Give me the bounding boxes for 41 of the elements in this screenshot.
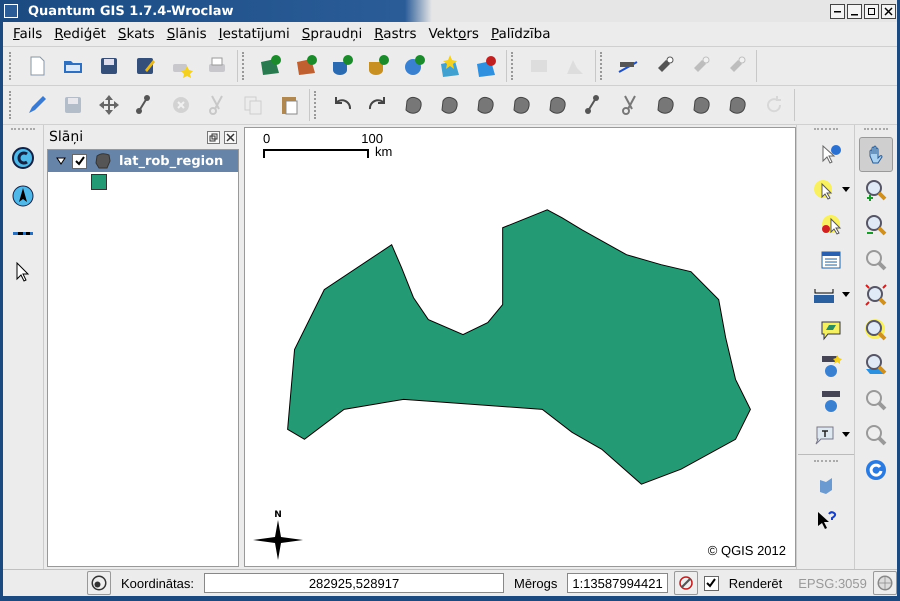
north-label: N <box>274 510 282 520</box>
maximize-icon[interactable] <box>864 4 879 18</box>
copyright-label: © QGIS 2012 <box>708 543 786 558</box>
menu-item[interactable]: Rediģēt <box>48 26 112 42</box>
float-icon[interactable] <box>207 130 220 144</box>
menu-item[interactable]: Vektors <box>422 26 485 42</box>
scale-label: 100 <box>361 131 383 146</box>
layer-row[interactable]: lat_rob_region <box>48 150 238 172</box>
menu-item[interactable]: Iestatījumi <box>212 26 296 42</box>
coordinates-label: Koordinātas: <box>120 576 195 590</box>
menu-item[interactable]: Skats <box>112 26 161 42</box>
menu-item[interactable]: Rastrs <box>368 26 422 42</box>
pan-icon[interactable] <box>859 137 893 172</box>
close-icon[interactable] <box>881 4 896 18</box>
scale-unit: km <box>375 146 392 158</box>
compass-rose-icon <box>253 520 303 560</box>
minimize-icon[interactable] <box>847 4 862 18</box>
render-label: Renderēt <box>728 576 784 590</box>
coordinates-field[interactable]: 282925,528917 <box>204 573 504 593</box>
render-checkbox[interactable] <box>704 576 719 590</box>
layer-name: lat_rob_region <box>119 154 224 168</box>
panel-title: Slāņi <box>49 129 84 145</box>
caret-icon <box>842 432 850 437</box>
expand-icon[interactable] <box>56 156 66 166</box>
scale-field[interactable]: 1:13587994421 <box>567 573 668 593</box>
menu-item[interactable]: Fails <box>7 26 48 42</box>
window-menu-icon[interactable] <box>4 4 18 18</box>
window-title: Quantum GIS 1.7.4-Wroclaw <box>28 4 234 18</box>
projection-icon[interactable] <box>872 571 897 595</box>
map-canvas[interactable]: 0 100 km N © QGIS 2012 <box>244 127 796 567</box>
polygon-layer-icon <box>93 151 113 171</box>
stop-render-icon[interactable] <box>674 571 698 595</box>
close-icon[interactable] <box>224 130 237 144</box>
menu-item[interactable]: Slānis <box>160 26 213 42</box>
menu-item[interactable]: Spraudņi <box>296 26 368 42</box>
menu-item[interactable]: Palīdzība <box>484 26 557 42</box>
caret-icon <box>842 187 850 192</box>
scale-label: 0 <box>263 131 270 146</box>
scale-label: Mērogs <box>513 576 558 590</box>
layer-checkbox[interactable] <box>72 154 87 168</box>
caret-icon <box>842 292 850 297</box>
